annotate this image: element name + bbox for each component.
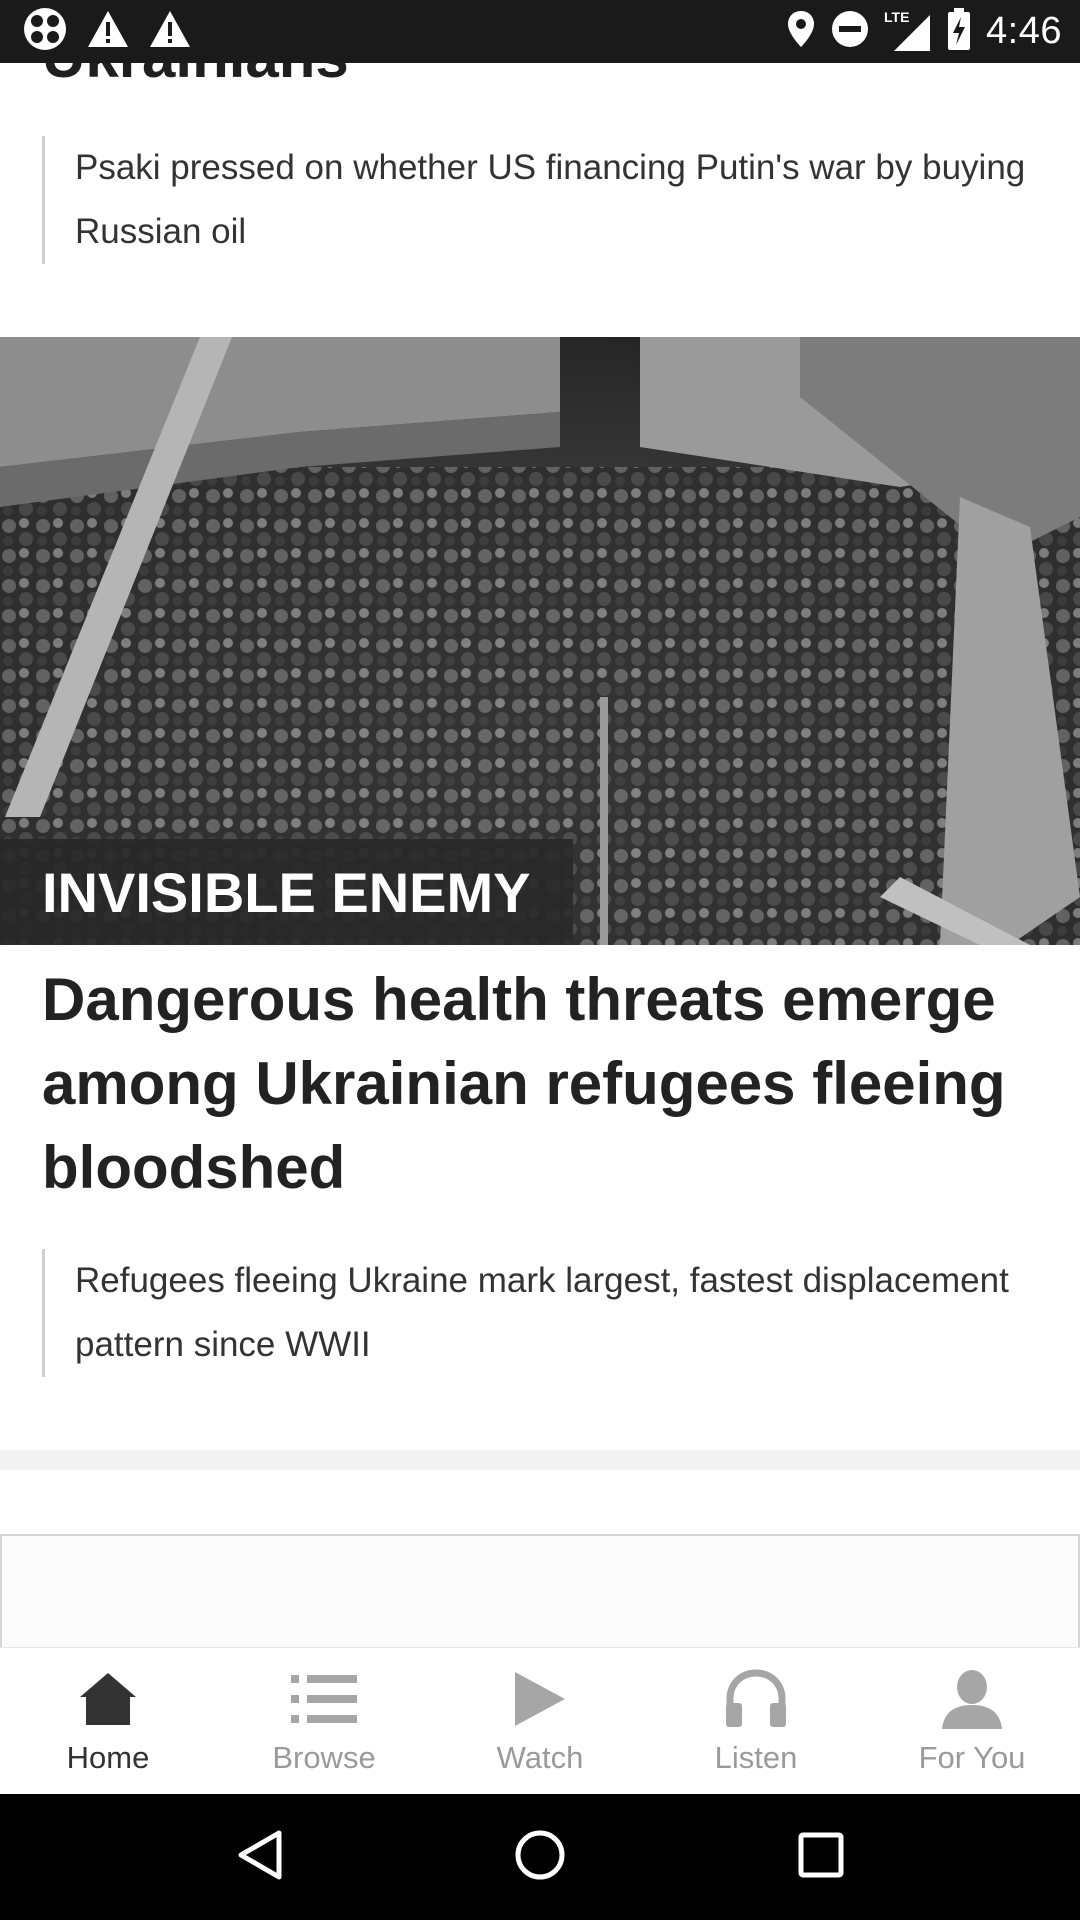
clock: 4:46 bbox=[986, 10, 1062, 52]
list-icon bbox=[284, 1664, 364, 1734]
story-headline[interactable]: Dangerous health threats emerge among Uk… bbox=[42, 958, 1042, 1210]
home-circle-icon[interactable] bbox=[513, 1828, 567, 1887]
ad-placeholder[interactable] bbox=[0, 1534, 1080, 1647]
story-summary[interactable]: Refugees fleeing Ukraine mark largest, f… bbox=[42, 1249, 1042, 1377]
back-icon[interactable] bbox=[235, 1829, 283, 1886]
nav-watch-label: Watch bbox=[496, 1740, 584, 1775]
do-not-disturb-icon bbox=[830, 9, 870, 54]
story-tag: INVISIBLE ENEMY bbox=[0, 839, 573, 945]
location-icon bbox=[786, 9, 816, 54]
warning-icon bbox=[86, 9, 130, 54]
network-type-label: LTE bbox=[884, 8, 910, 25]
nav-for-you[interactable]: For You bbox=[864, 1648, 1080, 1794]
story-summary-text: Refugees fleeing Ukraine mark largest, f… bbox=[75, 1261, 1009, 1364]
section-divider bbox=[0, 1450, 1080, 1470]
news-feed[interactable]: Ukrainians Psaki pressed on whether US f… bbox=[0, 0, 1080, 1647]
previous-story-summary[interactable]: Psaki pressed on whether US financing Pu… bbox=[42, 136, 1042, 264]
previous-story-summary-text: Psaki pressed on whether US financing Pu… bbox=[75, 148, 1026, 251]
system-navigation-bar bbox=[0, 1794, 1080, 1920]
recents-icon[interactable] bbox=[797, 1831, 845, 1884]
headphones-icon bbox=[716, 1664, 796, 1734]
person-icon bbox=[932, 1664, 1012, 1734]
nav-home[interactable]: Home bbox=[0, 1648, 216, 1794]
nav-listen-label: Listen bbox=[714, 1740, 798, 1775]
nav-for-you-label: For You bbox=[918, 1740, 1026, 1775]
story-hero-image[interactable]: INVISIBLE ENEMY bbox=[0, 337, 1080, 945]
nav-home-label: Home bbox=[66, 1740, 150, 1775]
play-icon bbox=[500, 1664, 580, 1734]
home-icon bbox=[68, 1664, 148, 1734]
battery-charging-icon bbox=[946, 7, 972, 56]
bottom-navigation: Home Browse Watch Listen For You bbox=[0, 1647, 1080, 1794]
nav-listen[interactable]: Listen bbox=[648, 1648, 864, 1794]
lte-signal-icon: LTE bbox=[884, 8, 932, 53]
app-notification-icon bbox=[22, 6, 68, 57]
nav-watch[interactable]: Watch bbox=[432, 1648, 648, 1794]
status-bar: LTE 4:46 bbox=[0, 0, 1080, 63]
nav-browse[interactable]: Browse bbox=[216, 1648, 432, 1794]
nav-browse-label: Browse bbox=[272, 1740, 376, 1775]
warning-icon bbox=[148, 9, 192, 54]
